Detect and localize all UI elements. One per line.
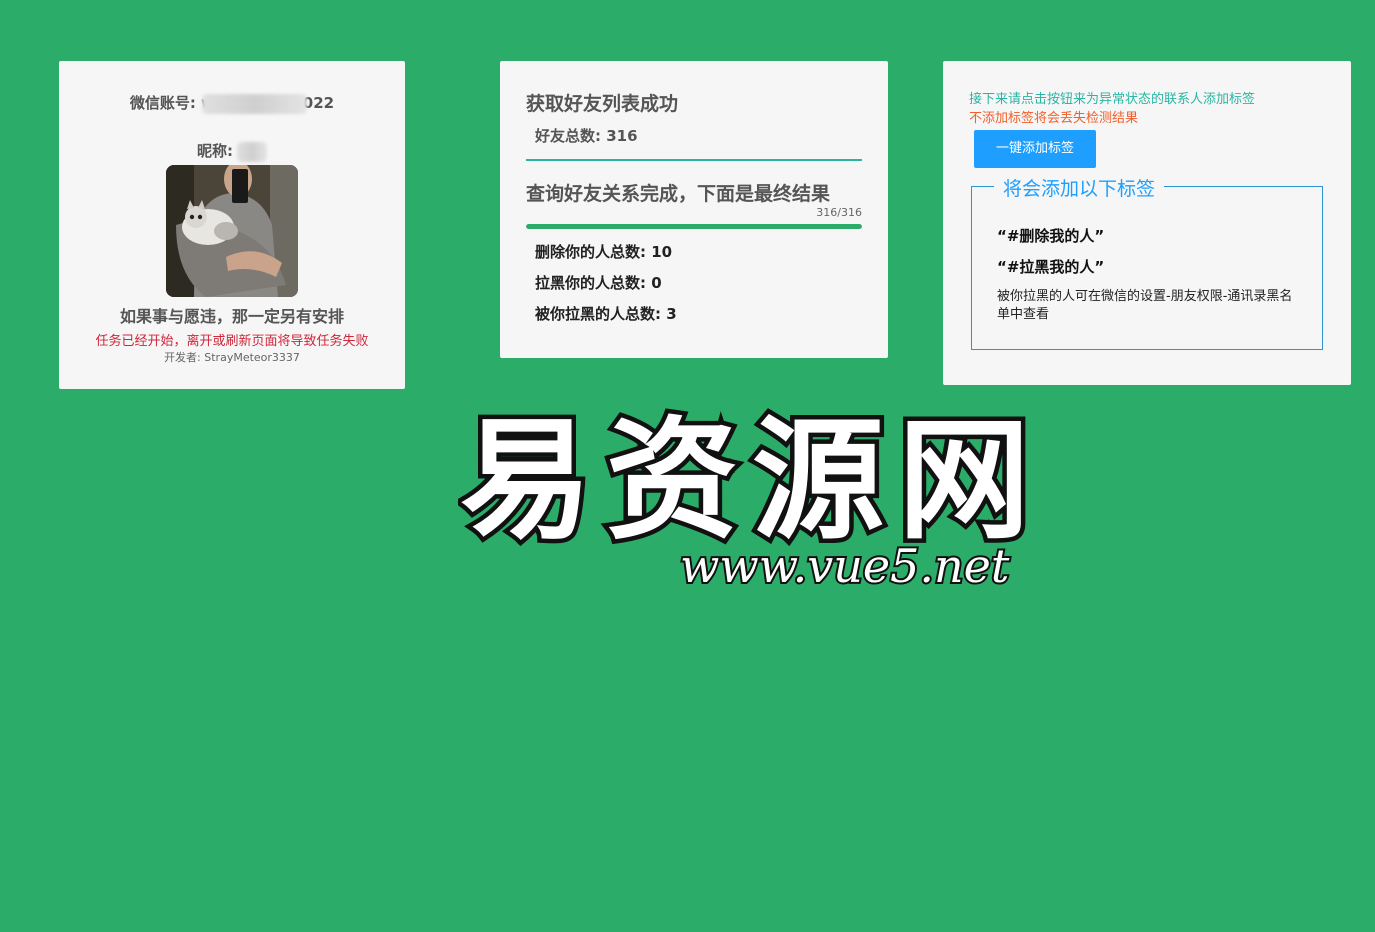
friend-total: 好友总数: 316 — [535, 127, 638, 145]
avatar — [166, 165, 298, 297]
motto-text: 如果事与愿违，那一定另有安排 — [119, 307, 344, 326]
add-tag-tip: 接下来请点击按钮来为异常状态的联系人添加标签 — [969, 92, 1256, 107]
task-warning: 任务已经开始，离开或刷新页面将导致任务失败 — [95, 334, 369, 349]
tags-fieldset: 将会添加以下标签 “#删除我的人” “#拉黑我的人” 被你拉黑的人可在微信的设置… — [971, 174, 1323, 350]
nickname-redaction — [237, 141, 267, 162]
nickname-label: 昵称: — [197, 142, 233, 160]
developer-credit: 开发者: StrayMeteor3337 — [164, 351, 300, 364]
blocked-me-count: 拉黑你的人总数: 0 — [535, 274, 662, 292]
blocked-by-you-count: 被你拉黑的人总数: 3 — [535, 305, 677, 323]
progress-bar — [526, 224, 862, 229]
watermark-url: www.vue5.net — [680, 539, 1010, 593]
fetch-success-title: 获取好友列表成功 — [526, 93, 679, 115]
tag-deleted-me: “#删除我的人” — [997, 227, 1105, 245]
query-complete-title: 查询好友关系完成，下面是最终结果 — [526, 183, 831, 205]
result-card: 获取好友列表成功 好友总数: 316 查询好友关系完成，下面是最终结果 316/… — [500, 61, 888, 358]
avatar-photo — [166, 165, 298, 297]
watermark-brand: 易资源网 — [460, 403, 1044, 558]
result-divider — [526, 159, 862, 161]
account-line: 微信账号: wxi 022 — [59, 92, 405, 114]
nickname-line: 昵称: — [59, 140, 405, 162]
blacklist-note: 被你拉黑的人可在微信的设置-朋友权限-通讯录黑名单中查看 — [997, 289, 1293, 322]
progress-fill — [526, 224, 862, 229]
add-tags-button[interactable]: 一键添加标签 — [974, 130, 1096, 168]
tags-legend: 将会添加以下标签 — [994, 174, 1165, 201]
lose-result-warning: 不添加标签将会丢失检测结果 — [969, 111, 1139, 126]
tag-blocked-me: “#拉黑我的人” — [997, 258, 1105, 276]
account-id-redaction — [201, 93, 307, 114]
profile-card: 微信账号: wxi 022 昵称: 如果事与愿违，那一定另有安排 任务已经开始，离… — [59, 61, 405, 389]
progress-count: 316/316 — [816, 206, 862, 219]
watermark-logo: 易资源网 www.vue5.net — [458, 399, 1044, 596]
tags-card: 接下来请点击按钮来为异常状态的联系人添加标签 不添加标签将会丢失检测结果 一键添… — [943, 61, 1351, 385]
deleted-me-count: 删除你的人总数: 10 — [535, 243, 673, 261]
account-suffix: 022 — [302, 94, 335, 112]
